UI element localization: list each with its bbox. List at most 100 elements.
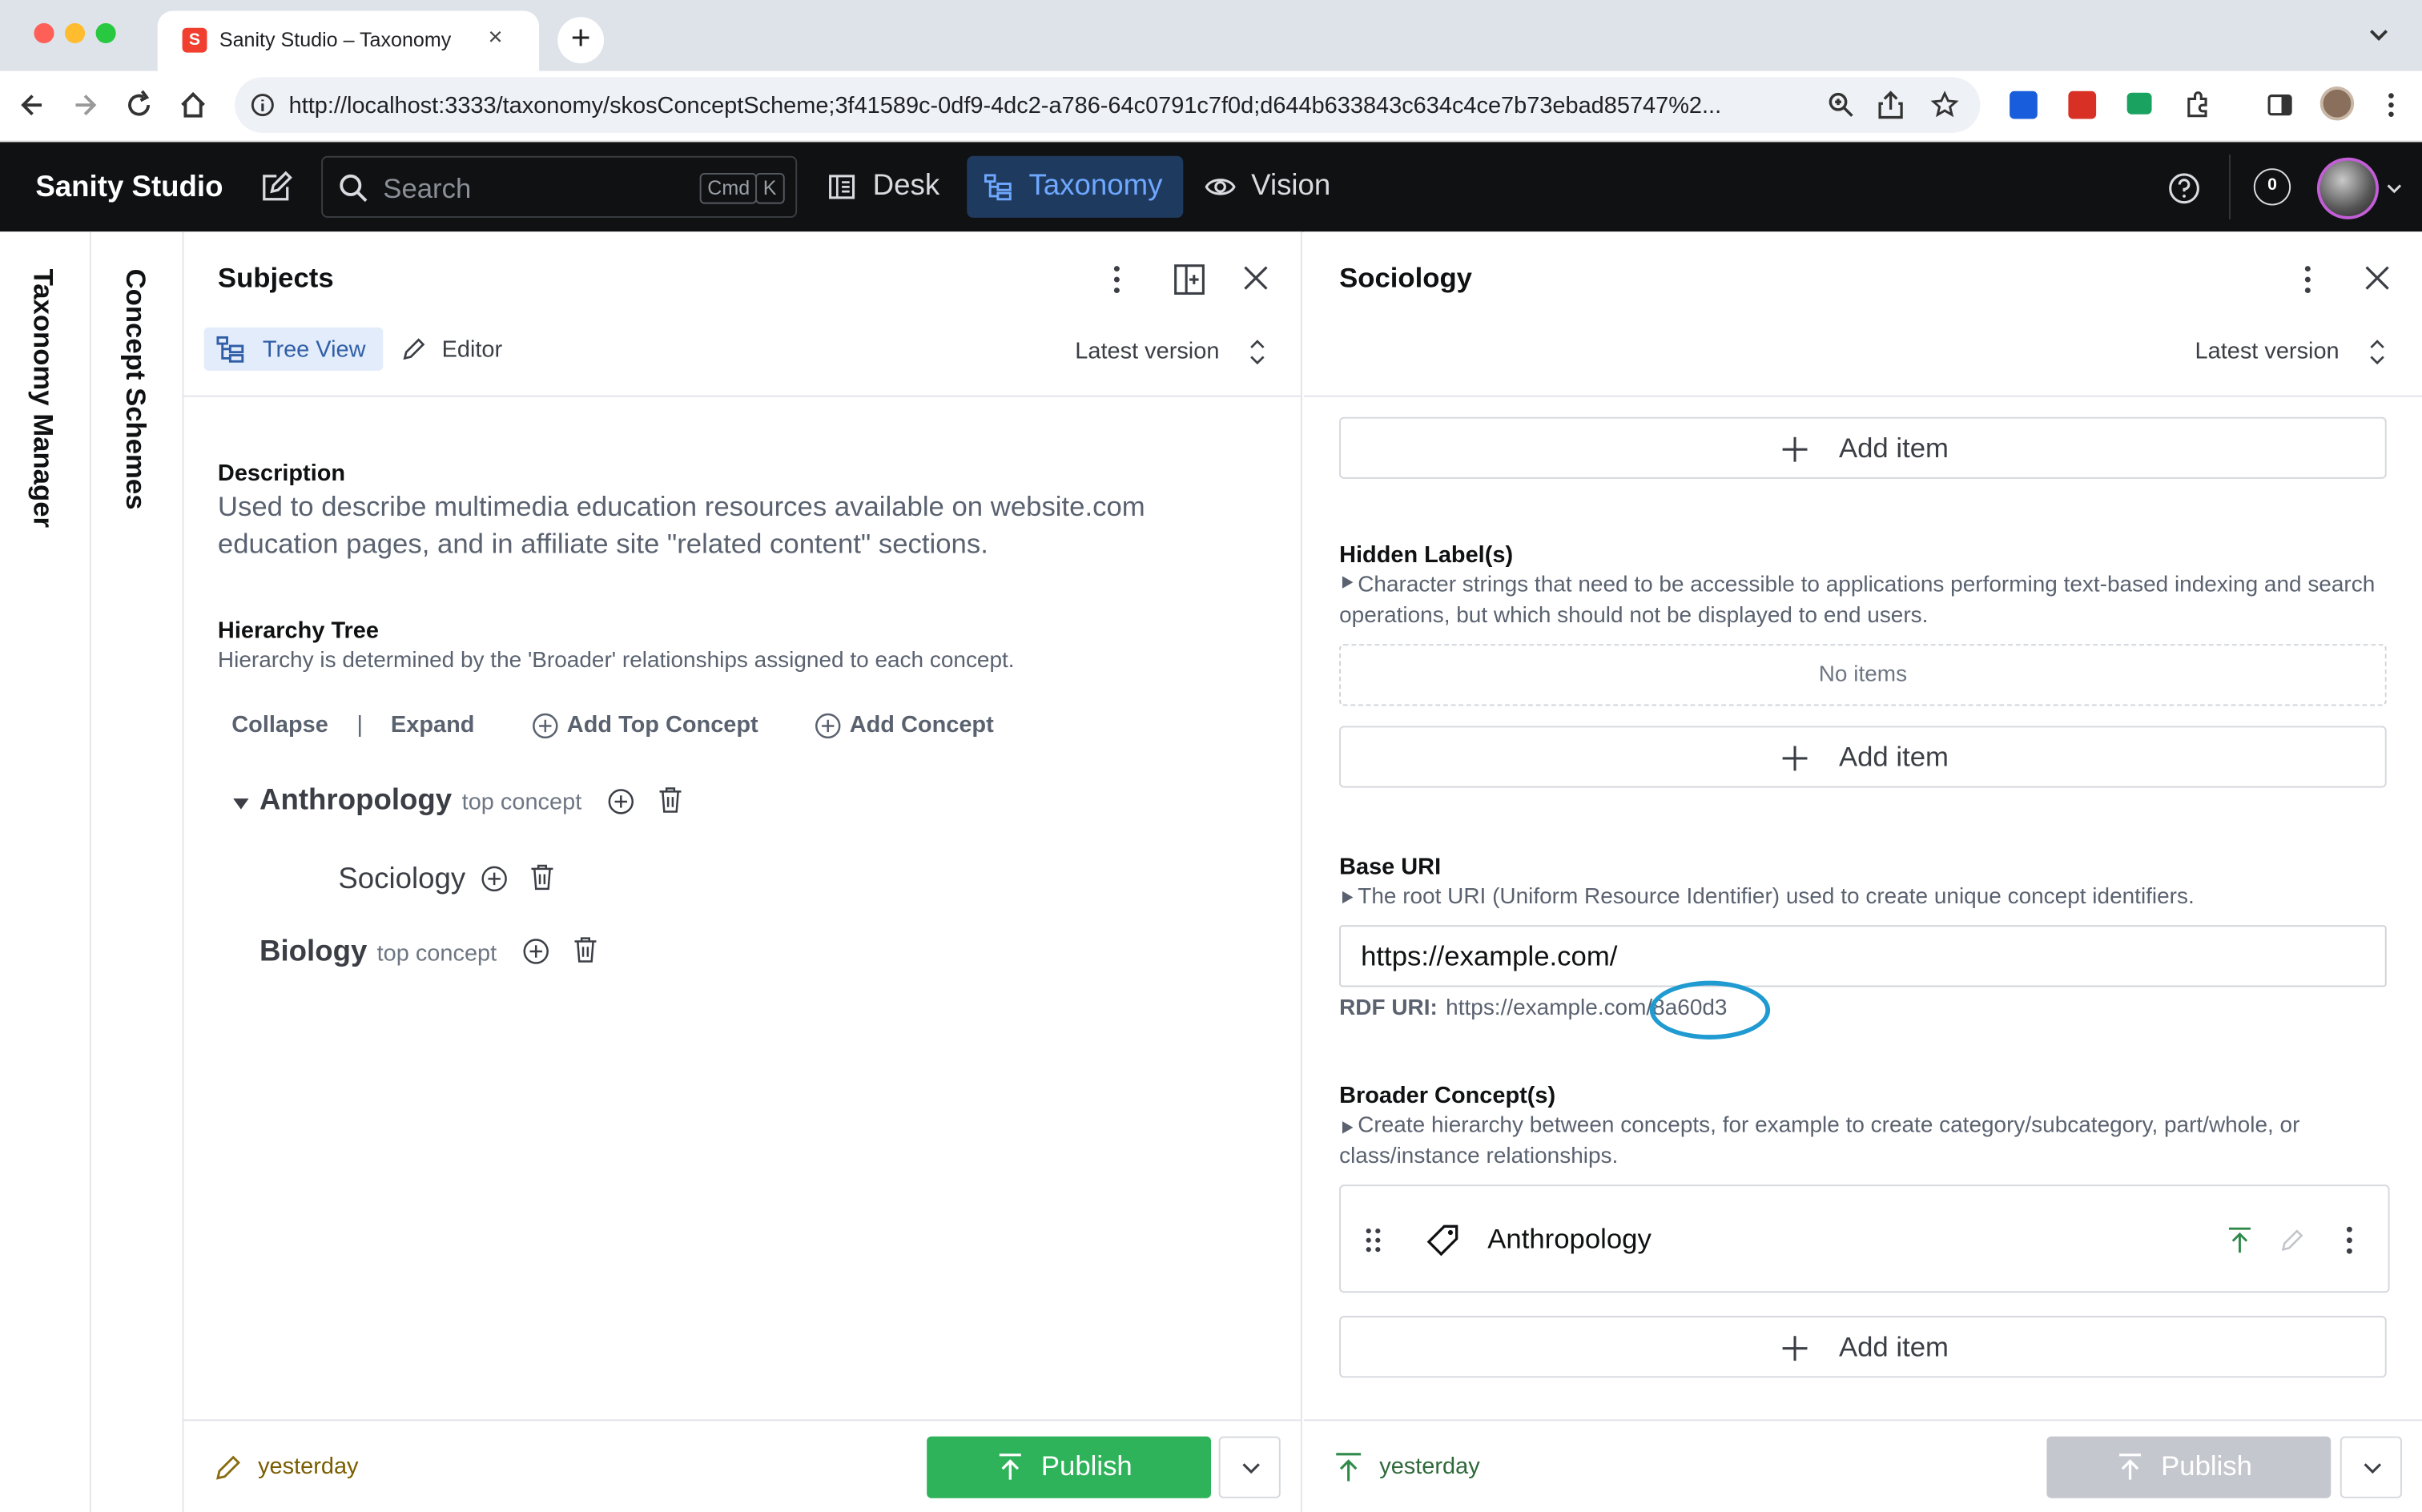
pane-title: Subjects (217, 262, 334, 294)
base-uri-input[interactable]: https://example.com/ (1339, 925, 2387, 987)
site-info-icon[interactable] (250, 93, 275, 118)
tree-node-sociology[interactable]: Sociology (338, 863, 465, 897)
back-arrow-icon[interactable] (17, 90, 48, 121)
eye-icon (1205, 175, 1236, 199)
publish-menu-button[interactable] (1218, 1436, 1281, 1498)
share-icon[interactable] (1877, 90, 1905, 121)
kbd-cmd: Cmd (699, 173, 758, 204)
new-tab-button[interactable]: + (557, 17, 605, 64)
edit-pencil-icon[interactable] (2280, 1228, 2305, 1253)
version-select[interactable]: Latest version (2195, 338, 2340, 364)
no-items-text: No items (1818, 662, 1908, 688)
nav-taxonomy-label: Taxonomy (1028, 170, 1163, 203)
tab-close-icon[interactable]: × (488, 25, 502, 53)
tab-tree-view[interactable]: Tree View (203, 327, 384, 371)
bookmark-star-icon[interactable] (1930, 90, 1959, 119)
rail-taxonomy-manager[interactable]: Taxonomy Manager (0, 231, 91, 1512)
user-menu-chevron-icon[interactable] (2385, 181, 2404, 196)
top-concept-tag: top concept (376, 940, 497, 967)
pane-menu-icon[interactable] (2299, 263, 2317, 296)
broader-reference-item[interactable]: Anthropology (1339, 1184, 2390, 1293)
expand-button[interactable]: Expand (391, 712, 475, 738)
sidepanel-icon[interactable] (2264, 90, 2295, 121)
search-placeholder: Search (383, 173, 472, 204)
delete-trash-icon[interactable] (573, 936, 598, 964)
user-avatar[interactable] (2316, 157, 2380, 219)
add-item-button[interactable]: Add item (1339, 726, 2387, 788)
collapse-button[interactable]: Collapse (231, 712, 328, 738)
minimize-window-button[interactable] (65, 22, 86, 44)
nav-vision[interactable]: Vision (1193, 156, 1347, 218)
add-item-button[interactable]: Add item (1339, 1316, 2387, 1378)
rail-concept-schemes-label: Concept Schemes (120, 268, 152, 510)
maximize-window-button[interactable] (95, 22, 116, 44)
add-item-button[interactable]: Add item (1339, 416, 2387, 479)
profile-avatar[interactable] (2319, 86, 2355, 121)
add-child-plus-icon[interactable] (522, 938, 550, 966)
nav-taxonomy[interactable]: Taxonomy (967, 155, 1184, 218)
version-chevron-icon[interactable] (2368, 338, 2387, 366)
tree-node-anthropology[interactable]: Anthropology (260, 785, 452, 818)
pane-menu-icon[interactable] (1108, 263, 1126, 296)
published-arrow-icon (1334, 1452, 1362, 1483)
add-concept-button[interactable]: Add Concept (814, 710, 1015, 742)
chevron-down-icon (1241, 1461, 1262, 1476)
extension-bitwarden-icon[interactable] (2010, 90, 2038, 119)
version-chevron-icon[interactable] (1248, 338, 1266, 366)
address-bar[interactable]: http://localhost:3333/taxonomy/skosConce… (235, 77, 1981, 133)
zoom-icon[interactable] (1828, 91, 1856, 119)
desk-icon (828, 173, 856, 201)
add-top-concept-button[interactable]: Add Top Concept (531, 710, 770, 742)
tree-node-biology[interactable]: Biology (260, 936, 367, 970)
publish-menu-button[interactable] (2340, 1436, 2402, 1498)
rail-concept-schemes[interactable]: Concept Schemes (91, 231, 184, 1512)
split-pane-icon[interactable] (1173, 263, 1206, 296)
rdf-uri-label: RDF URI: (1339, 995, 1438, 1021)
disclosure-triangle-icon[interactable] (1339, 890, 1354, 905)
broader-item-label: Anthropology (1487, 1223, 1652, 1255)
delete-trash-icon[interactable] (658, 786, 683, 814)
delete-trash-icon[interactable] (530, 863, 555, 891)
close-pane-icon[interactable] (1242, 264, 1270, 292)
publish-button-disabled[interactable]: Publish (2046, 1436, 2331, 1498)
home-icon[interactable] (178, 90, 209, 121)
add-item-label: Add item (1838, 741, 1949, 773)
browser-tab[interactable]: S Sanity Studio – Taxonomy × (157, 10, 540, 71)
nav-desk[interactable]: Desk (815, 156, 955, 218)
base-uri-value: https://example.com/ (1361, 940, 1618, 972)
version-label: Latest version (2195, 338, 2340, 365)
extension-green-icon[interactable] (2126, 92, 2152, 115)
tree-icon (984, 173, 1012, 201)
help-icon[interactable] (2167, 171, 2201, 205)
tab-tree-view-label: Tree View (262, 336, 366, 364)
extensions-puzzle-icon[interactable] (2183, 90, 2214, 121)
hidden-label-title: Hidden Label(s) (1339, 541, 1514, 569)
add-child-plus-icon[interactable] (607, 788, 635, 816)
item-menu-icon[interactable] (2340, 1223, 2359, 1257)
compose-icon[interactable] (260, 170, 293, 203)
version-label: Latest version (1075, 338, 1220, 365)
tab-editor[interactable]: Editor (391, 328, 521, 371)
search-icon (338, 173, 369, 204)
tab-search-chevron-icon[interactable] (2367, 22, 2392, 46)
close-pane-icon[interactable] (2364, 264, 2392, 292)
publish-button[interactable]: Publish (927, 1436, 1212, 1498)
browser-toolbar: http://localhost:3333/taxonomy/skosConce… (0, 70, 2422, 143)
sanity-favicon-icon: S (182, 27, 207, 53)
add-child-plus-icon[interactable] (481, 865, 509, 893)
add-item-label: Add item (1838, 432, 1949, 464)
drag-handle-icon[interactable] (1362, 1224, 1384, 1256)
forward-arrow-icon[interactable] (70, 90, 101, 121)
notifications-badge[interactable]: 0 (2253, 168, 2291, 206)
reload-icon[interactable] (123, 90, 155, 121)
close-window-button[interactable] (34, 22, 54, 44)
browser-menu-icon[interactable] (2379, 90, 2404, 121)
studio-brand[interactable]: Sanity Studio (35, 171, 223, 205)
studio-navbar: Sanity Studio Search Cmd K Desk Taxonomy… (0, 142, 2422, 232)
search-input[interactable]: Search Cmd K (321, 155, 798, 218)
chevron-down-icon (2362, 1461, 2384, 1476)
expand-triangle-icon[interactable] (231, 794, 250, 812)
broader-desc: Create hierarchy between concepts, for e… (1339, 1113, 2300, 1169)
version-select[interactable]: Latest version (1075, 338, 1219, 364)
extension-red-icon[interactable] (2068, 90, 2097, 119)
